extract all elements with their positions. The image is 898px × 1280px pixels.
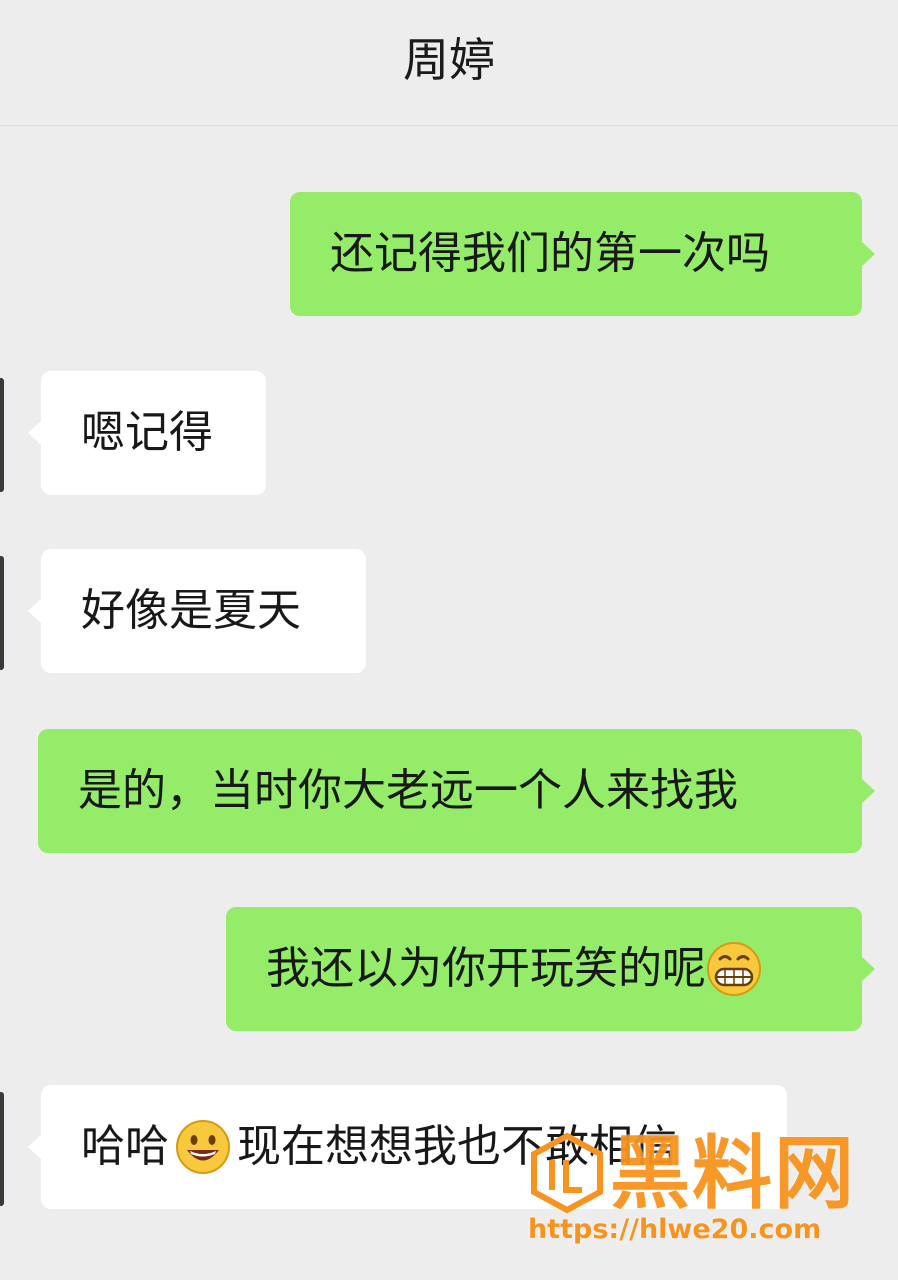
- watermark-logo-icon: [531, 1132, 603, 1214]
- smiling-face-icon: [176, 1120, 230, 1174]
- avatar[interactable]: [0, 378, 4, 492]
- watermark-logo-text: 黑料网: [610, 1127, 856, 1220]
- message-text: 是的，当时你大老远一个人来找我: [78, 765, 738, 816]
- message-bubble-received[interactable]: 好像是夏天: [28, 549, 366, 673]
- message-text: 我还以为你开玩笑的呢: [266, 943, 706, 994]
- message-text: 好像是夏天: [81, 585, 301, 636]
- watermark-url: https://hlwe20.com: [528, 1214, 822, 1245]
- message-text: 嗯记得: [81, 407, 213, 458]
- watermark: 黑料网 https://hlwe20.com: [528, 1126, 868, 1256]
- message-bubble-sent[interactable]: 是的，当时你大老远一个人来找我: [38, 729, 875, 853]
- chat-header: 周婷: [0, 0, 898, 126]
- chat-title: 周婷: [403, 33, 495, 87]
- avatar[interactable]: [0, 1092, 4, 1206]
- message-bubble-sent[interactable]: 还记得我们的第一次吗: [290, 192, 875, 316]
- message-text: 还记得我们的第一次吗: [330, 228, 770, 279]
- avatar[interactable]: [0, 556, 4, 670]
- message-bubble-received[interactable]: 嗯记得: [28, 371, 266, 495]
- grinning-face-icon: [707, 942, 761, 996]
- message-bubble-sent[interactable]: 我还以为你开玩笑的呢: [226, 907, 875, 1031]
- message-text: 哈哈: [81, 1121, 169, 1172]
